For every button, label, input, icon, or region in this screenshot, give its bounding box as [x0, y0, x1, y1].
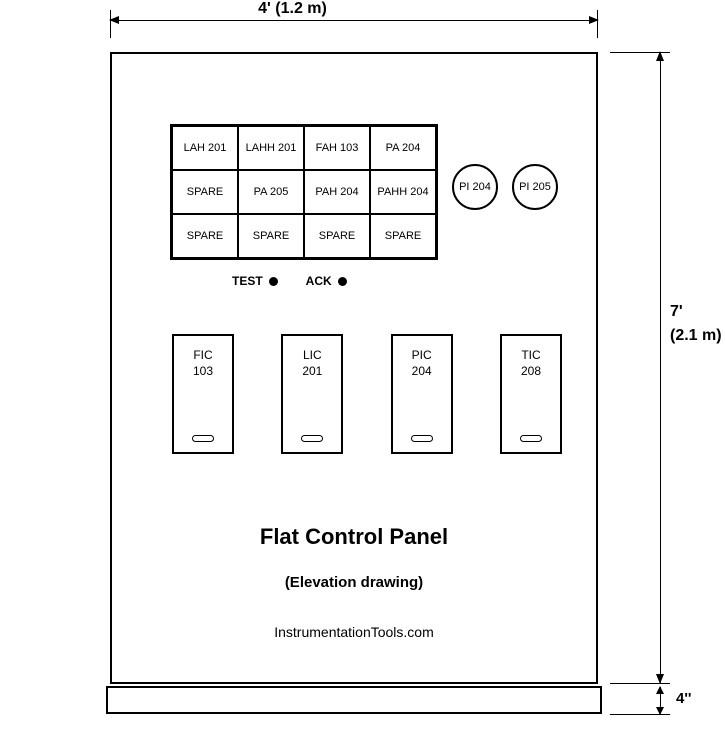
controller-slot-icon — [520, 435, 542, 442]
controller-tic-208: TIC 208 — [500, 334, 562, 454]
height-dim-metric: (2.1 m) — [670, 324, 725, 348]
annunciator-cell: SPARE — [370, 214, 436, 258]
width-dim-tick-left — [110, 10, 111, 38]
annunciator-cell: PAHH 204 — [370, 170, 436, 214]
panel-title: Flat Control Panel — [112, 524, 596, 550]
annunciator-cell: LAHH 201 — [238, 126, 304, 170]
gauge-label: PI 205 — [519, 181, 551, 193]
annunciator-grid: LAH 201 LAHH 201 FAH 103 PA 204 SPARE PA… — [170, 124, 438, 260]
panel-credit: InstrumentationTools.com — [112, 624, 596, 640]
annunciator-cell: SPARE — [238, 214, 304, 258]
control-panel-body: LAH 201 LAHH 201 FAH 103 PA 204 SPARE PA… — [110, 52, 598, 684]
ack-button[interactable]: ACK — [306, 274, 347, 288]
controller-slot-icon — [301, 435, 323, 442]
width-dimension-label: 4' (1.2 m) — [0, 0, 585, 18]
test-button[interactable]: TEST — [232, 274, 278, 288]
controller-lic-201: LIC 201 — [281, 334, 343, 454]
ack-button-label: ACK — [306, 274, 332, 288]
controller-label-line1: TIC — [521, 348, 540, 364]
annunciator-row: LAH 201 LAHH 201 FAH 103 PA 204 — [172, 126, 436, 170]
controller-row: FIC 103 LIC 201 PIC 204 TIC 208 — [172, 334, 562, 454]
width-dim-tick-right — [597, 10, 598, 38]
annunciator-cell: FAH 103 — [304, 126, 370, 170]
height-dim-tick-bottom — [610, 683, 670, 684]
annunciator-cell: SPARE — [304, 214, 370, 258]
controller-label-line2: 208 — [521, 364, 541, 380]
base-dimension-line — [660, 687, 661, 714]
gauge-label: PI 204 — [459, 181, 491, 193]
height-dimension-label: 7' (2.1 m) — [670, 300, 725, 348]
annunciator-cell: PA 205 — [238, 170, 304, 214]
controller-label-line1: LIC — [303, 348, 322, 364]
controller-label-line2: 201 — [302, 364, 322, 380]
pushbutton-row: TEST ACK — [232, 274, 347, 288]
annunciator-cell: PA 204 — [370, 126, 436, 170]
controller-fic-103: FIC 103 — [172, 334, 234, 454]
controller-slot-icon — [411, 435, 433, 442]
height-dim-tick-top — [610, 52, 670, 53]
test-button-icon — [269, 277, 278, 286]
controller-slot-icon — [192, 435, 214, 442]
controller-pic-204: PIC 204 — [391, 334, 453, 454]
height-dim-feet: 7' — [670, 300, 725, 324]
base-dim-tick-bottom — [610, 714, 670, 715]
annunciator-cell: SPARE — [172, 214, 238, 258]
width-dimension-line — [110, 20, 598, 21]
test-button-label: TEST — [232, 274, 263, 288]
gauge-pi-205: PI 205 — [512, 164, 558, 210]
gauge-pi-204: PI 204 — [452, 164, 498, 210]
annunciator-cell: LAH 201 — [172, 126, 238, 170]
height-dimension-line — [660, 52, 661, 683]
annunciator-cell: SPARE — [172, 170, 238, 214]
annunciator-row: SPARE PA 205 PAH 204 PAHH 204 — [172, 170, 436, 214]
annunciator-row: SPARE SPARE SPARE SPARE — [172, 214, 436, 258]
control-panel-base — [106, 686, 602, 714]
controller-label-line2: 204 — [412, 364, 432, 380]
annunciator-cell: PAH 204 — [304, 170, 370, 214]
ack-button-icon — [338, 277, 347, 286]
controller-label-line2: 103 — [193, 364, 213, 380]
controller-label-line1: FIC — [193, 348, 212, 364]
controller-label-line1: PIC — [412, 348, 432, 364]
panel-subtitle: (Elevation drawing) — [112, 574, 596, 591]
base-dimension-label: 4'' — [676, 690, 691, 707]
